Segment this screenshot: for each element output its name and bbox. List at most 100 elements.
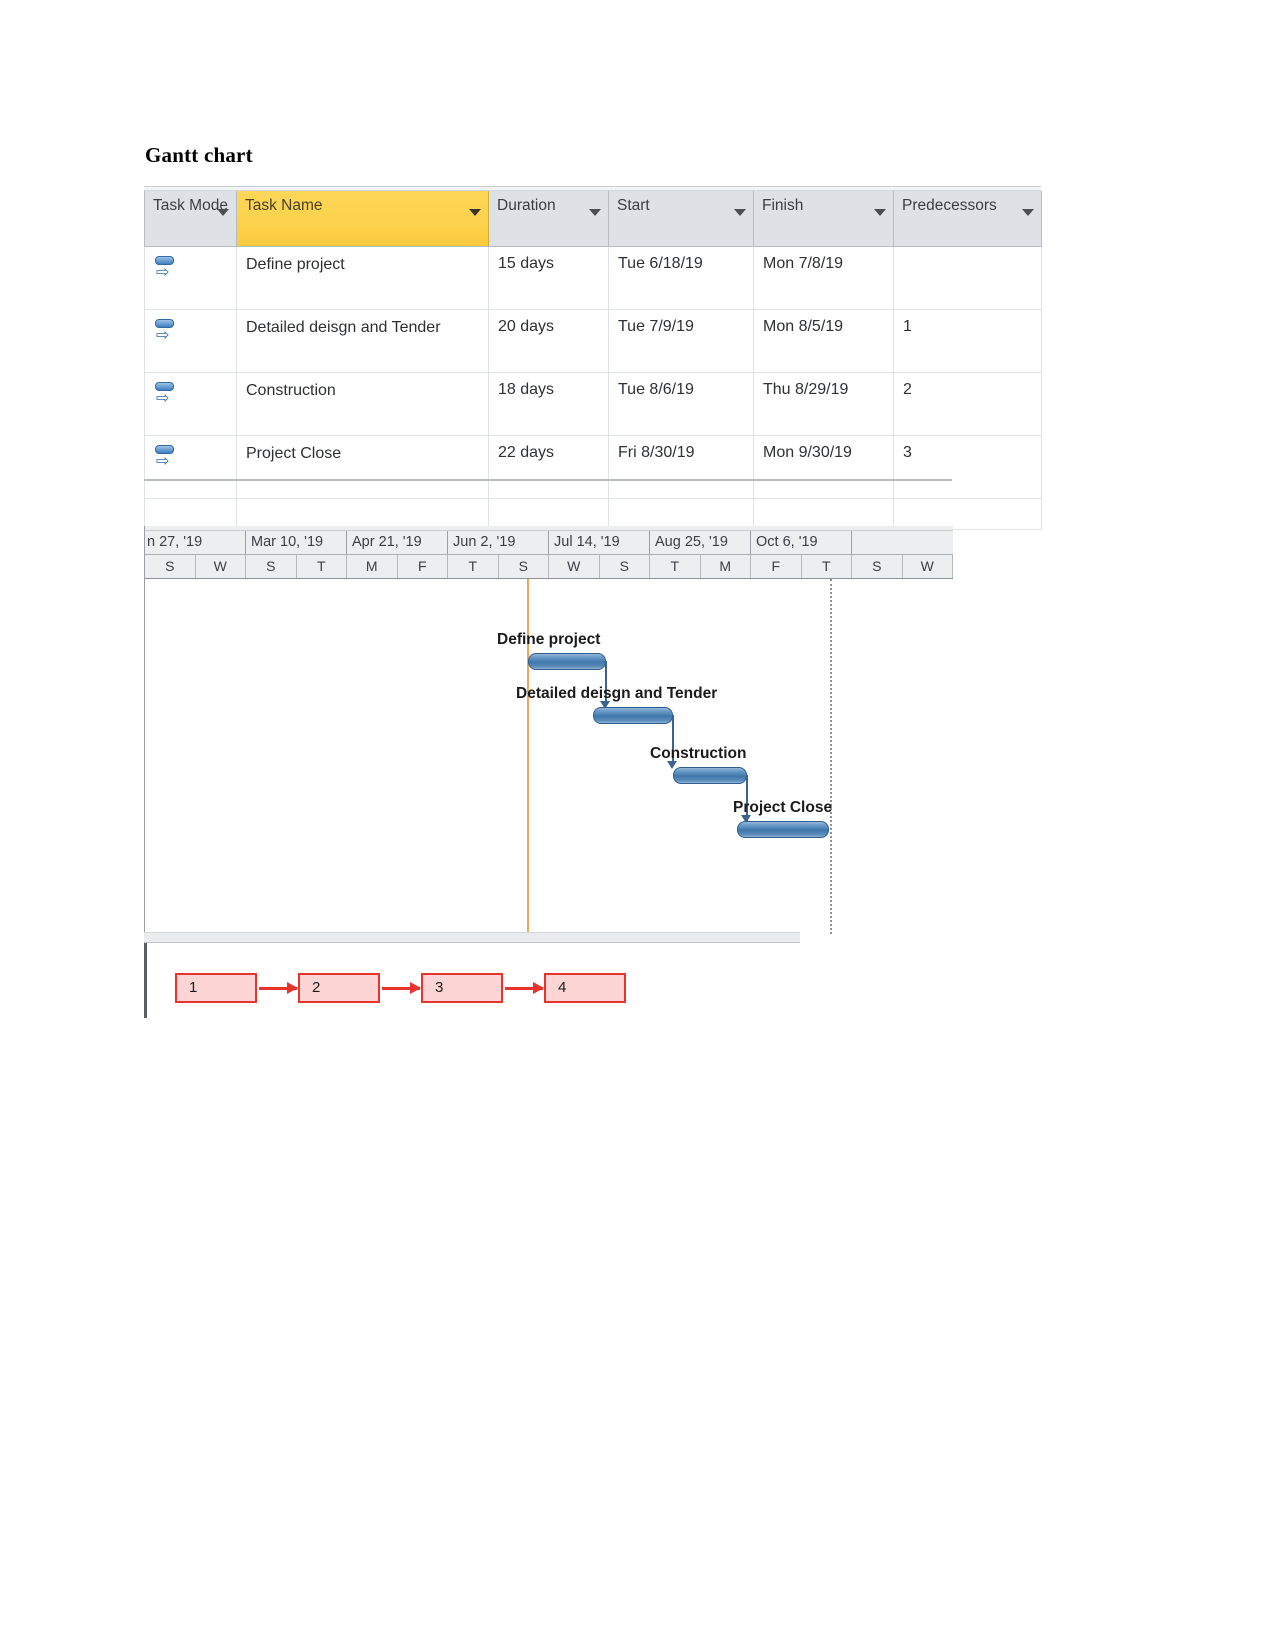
timeline-week-label: Jun 2, '19: [448, 531, 549, 554]
gantt-bar-label: Define project: [497, 631, 601, 648]
cell-duration[interactable]: 22 days: [488, 435, 609, 499]
cell-finish[interactable]: Mon 7/8/19: [753, 246, 894, 310]
column-header-start[interactable]: Start: [608, 191, 754, 247]
network-arrow: [259, 982, 298, 994]
timeline-day-label: F: [751, 555, 802, 578]
gantt-bar[interactable]: [528, 653, 606, 670]
cell-task-mode[interactable]: ⇨: [144, 309, 237, 373]
chevron-down-icon[interactable]: [217, 209, 229, 216]
cell-duration[interactable]: 18 days: [488, 372, 609, 436]
cell-empty: [893, 498, 1042, 530]
timeline-day-label: S: [852, 555, 903, 578]
network-node[interactable]: 1: [175, 973, 257, 1003]
cell-finish[interactable]: Thu 8/29/19: [753, 372, 894, 436]
cell-task-mode[interactable]: ⇨: [144, 246, 237, 310]
column-header-predecessors[interactable]: Predecessors: [893, 191, 1042, 247]
gantt-bar[interactable]: [673, 767, 747, 784]
cell-task-mode[interactable]: ⇨: [144, 435, 237, 499]
table-row[interactable]: ⇨ Project Close 22 days Fri 8/30/19 Mon …: [144, 435, 1042, 499]
cell-empty: [753, 498, 894, 530]
timeline-day-label: S: [145, 555, 196, 578]
column-header-label: Duration: [497, 197, 556, 214]
table-bottom-divider: [144, 479, 952, 481]
manually-scheduled-icon: ⇨: [154, 256, 176, 280]
gantt-bar-label: Construction: [650, 745, 747, 762]
cell-start[interactable]: Fri 8/30/19: [608, 435, 754, 499]
timeline-day-label: F: [398, 555, 448, 578]
gantt-bar[interactable]: [737, 821, 829, 838]
cell-finish[interactable]: Mon 9/30/19: [753, 435, 894, 499]
timeline-day-label: T: [802, 555, 852, 578]
table-row[interactable]: ⇨ Construction 18 days Tue 8/6/19 Thu 8/…: [144, 372, 1042, 436]
table-row[interactable]: ⇨ Define project 15 days Tue 6/18/19 Mon…: [144, 246, 1042, 310]
cell-predecessors[interactable]: [893, 246, 1042, 310]
gantt-bar-label: Detailed deisgn and Tender: [516, 685, 718, 702]
column-header-duration[interactable]: Duration: [488, 191, 609, 247]
network-arrow: [382, 982, 421, 994]
cell-predecessors[interactable]: 1: [893, 309, 1042, 373]
status-date-line: [830, 579, 832, 934]
network-node[interactable]: 3: [421, 973, 503, 1003]
cell-predecessors[interactable]: 2: [893, 372, 1042, 436]
manually-scheduled-icon: ⇨: [154, 319, 176, 343]
column-header-label: Task Name: [245, 197, 323, 214]
table-empty-row[interactable]: [144, 498, 1042, 530]
cell-start[interactable]: Tue 6/18/19: [608, 246, 754, 310]
network-node[interactable]: 4: [544, 973, 626, 1003]
cell-duration[interactable]: 15 days: [488, 246, 609, 310]
chevron-down-icon[interactable]: [734, 209, 746, 216]
cell-task-mode[interactable]: ⇨: [144, 372, 237, 436]
table-row[interactable]: ⇨ Detailed deisgn and Tender 20 days Tue…: [144, 309, 1042, 373]
column-header-label: Start: [617, 197, 650, 214]
column-header-task-name[interactable]: Task Name: [236, 191, 489, 247]
manually-scheduled-icon: ⇨: [154, 445, 176, 469]
timeline-day-label: M: [347, 555, 398, 578]
timeline-week-label: n 27, '19: [145, 531, 246, 554]
cell-task-name[interactable]: Project Close: [236, 435, 489, 499]
timeline-day-label: W: [903, 555, 953, 578]
timeline-day-label: S: [499, 555, 549, 578]
cell-start[interactable]: Tue 8/6/19: [608, 372, 754, 436]
chevron-down-icon[interactable]: [469, 209, 481, 216]
chevron-down-icon[interactable]: [589, 209, 601, 216]
chevron-down-icon[interactable]: [1022, 209, 1034, 216]
timeline-day-label: S: [600, 555, 650, 578]
manually-scheduled-icon: ⇨: [154, 382, 176, 406]
cell-task-name[interactable]: Construction: [236, 372, 489, 436]
timeline-day-label: T: [448, 555, 499, 578]
timeline-week-label: Mar 10, '19: [246, 531, 347, 554]
page-title: Gantt chart: [145, 143, 253, 167]
chevron-down-icon[interactable]: [874, 209, 886, 216]
cell-duration[interactable]: 20 days: [488, 309, 609, 373]
gantt-bar[interactable]: [593, 707, 673, 724]
network-node[interactable]: 2: [298, 973, 380, 1003]
network-arrow: [505, 982, 544, 994]
column-header-task-mode[interactable]: Task Mode: [144, 191, 237, 247]
cell-task-name[interactable]: Define project: [236, 246, 489, 310]
timeline-day-label: T: [297, 555, 347, 578]
timeline-week-label: Jul 14, '19: [549, 531, 650, 554]
timeline-week-row: n 27, '19 Mar 10, '19 Apr 21, '19 Jun 2,…: [145, 531, 953, 555]
gantt-chart: n 27, '19 Mar 10, '19 Apr 21, '19 Jun 2,…: [144, 526, 953, 934]
cell-empty: [144, 498, 237, 530]
network-diagram: 1 2 3 4: [144, 932, 800, 1018]
gantt-bar-label: Project Close: [733, 799, 833, 816]
timeline-day-label: W: [549, 555, 600, 578]
cell-empty: [488, 498, 609, 530]
network-canvas: 1 2 3 4: [144, 943, 800, 1018]
timeline-week-label: Aug 25, '19: [650, 531, 751, 554]
gantt-canvas: Define project Detailed deisgn and Tende…: [145, 579, 953, 934]
column-header-label: Finish: [762, 197, 804, 214]
cell-start[interactable]: Tue 7/9/19: [608, 309, 754, 373]
cell-predecessors[interactable]: 3: [893, 435, 1042, 499]
network-top-rule: [144, 932, 800, 943]
timeline-day-row: S W S T M F T S W S T M F T S W: [145, 555, 953, 579]
cell-task-name[interactable]: Detailed deisgn and Tender: [236, 309, 489, 373]
timeline-day-label: T: [650, 555, 701, 578]
timeline-day-label: W: [196, 555, 246, 578]
timeline-day-label: M: [701, 555, 751, 578]
cell-finish[interactable]: Mon 8/5/19: [753, 309, 894, 373]
column-header-finish[interactable]: Finish: [753, 191, 894, 247]
column-header-label: Predecessors: [902, 197, 997, 214]
cell-empty: [236, 498, 489, 530]
